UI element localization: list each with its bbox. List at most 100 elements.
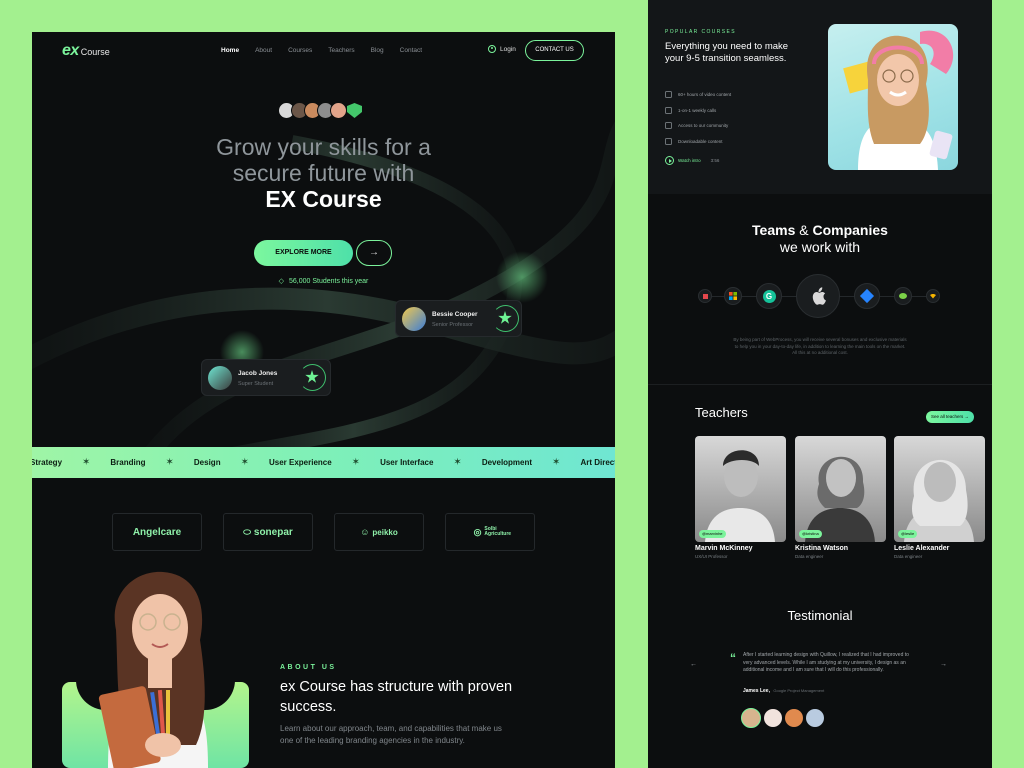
list-item: Downloadable content [665,134,731,150]
landing-page-left: ex Course Home About Courses Teachers Bl… [32,32,615,768]
card-role: Senior Professor [432,322,473,328]
partner-logo-peikko: ☺ peikko [334,513,424,551]
testimonial-text: After I started learning design with Qui… [743,652,909,673]
avatar[interactable] [785,709,803,727]
microsoft-icon [724,287,742,305]
see-all-teachers-button[interactable]: See all teachers → [926,411,974,423]
partner-name: sonepar [253,526,293,538]
star-badge-icon [299,364,326,391]
teams-title: Teams & Companies we work with [648,222,992,256]
teacher-name: Kristina Watson [795,545,849,552]
top-nav: ex Course Home About Courses Teachers Bl… [32,32,615,70]
feature-label: Access to our community [678,123,729,129]
ticker-item: User Interface [380,458,434,467]
wechat-icon [894,287,912,305]
author-name: James Lee, [743,688,770,694]
teacher-role: UX/UI Professor [695,554,728,559]
card-name: Jacob Jones [238,370,278,377]
company-logo-red-icon [698,289,712,303]
community-icon [665,122,672,130]
popular-courses-section: POPULAR COURSES Everything you need to m… [648,0,992,194]
nav-link-teachers[interactable]: Teachers [328,47,354,54]
student-card: Jacob Jones Super Student [201,359,331,396]
avatar [208,366,232,390]
contact-us-button[interactable]: CONTACT US [525,40,584,61]
photo-notch [893,170,958,194]
avatar [330,102,347,119]
popular-courses-title: Everything you need to make your 9-5 tra… [665,41,789,64]
section-divider [648,384,992,385]
nav-link-courses[interactable]: Courses [288,47,312,54]
asterisk-icon: ✶ [240,457,249,468]
ticker-item: Strategy [32,458,63,467]
ticker-item: Branding [110,458,146,467]
students-count: ◇ 56,000 Students this year [32,277,615,285]
teacher-role: Data engineer [894,554,923,559]
teacher-card[interactable]: @kristina Kristina Watson Data engineer [795,436,886,559]
download-icon [665,137,672,145]
fingerprint-icon: ◎ [473,526,482,537]
avatar [402,307,426,331]
list-item: 60+ hours of video content [665,87,731,103]
avatar[interactable] [806,709,824,727]
students-label: 56,000 Students this year [289,278,369,285]
feature-label: Downloadable content [678,138,723,144]
video-duration: 3:56 [710,158,720,163]
teacher-card[interactable]: @marvinhe Marvin McKinney UX/UI Professo… [695,436,786,559]
logo-mark: ex [62,42,79,59]
about-text: Learn about our approach, team, and capa… [280,724,502,745]
card-role: Super Student [238,381,274,387]
ticker-item: Development [481,458,533,467]
teacher-photo: @marvinhe [695,436,786,542]
partner-logo-sonepar: ⬭ sonepar [223,513,313,551]
logo[interactable]: ex Course [62,42,110,60]
student-headphones-image [843,30,954,170]
verified-shield-icon [347,103,362,118]
teams-title-amp: & [795,222,813,238]
avatar[interactable] [741,708,761,728]
course-student-photo [828,24,958,170]
sketch-icon [926,289,940,303]
user-icon [488,45,496,53]
watch-intro-link[interactable]: Watch intro 3:56 [665,156,719,165]
skills-ticker: Strategy ✶ Branding ✶ Design ✶ User Expe… [32,447,615,478]
asterisk-icon: ✶ [453,457,462,468]
nav-link-contact[interactable]: Contact [400,47,422,54]
nav-link-blog[interactable]: Blog [371,47,384,54]
testimonial-author: James Lee, Google Project Management [743,688,824,694]
ticker-item: Design [193,458,221,467]
teacher-photo: @leslie [894,436,985,542]
arrow-right-button[interactable]: → [356,240,392,266]
teacher-name: Marvin McKinney [695,545,753,552]
asterisk-icon: ✶ [82,457,91,468]
explore-more-button[interactable]: EXPLORE MORE [254,240,353,266]
testimonial-next-button[interactable]: → [940,661,947,668]
nav-links: Home About Courses Teachers Blog Contact [221,47,438,54]
hero-title: Grow your skills for a secure future wit… [32,134,615,212]
peikko-icon: ☺ [360,527,370,537]
hero-title-strong: EX Course [265,186,382,212]
popular-courses-label: POPULAR COURSES [665,29,737,35]
teacher-name: Leslie Alexander [894,545,950,552]
landing-page-right: POPULAR COURSES Everything you need to m… [648,0,992,768]
course-features-list: 60+ hours of video content 1-on-1 weekly… [665,87,731,149]
nav-link-about[interactable]: About [255,47,272,54]
asterisk-icon: ✶ [351,457,361,468]
ticker-item: Art Direction [580,458,615,467]
avatar[interactable] [764,709,782,727]
teacher-card[interactable]: @leslie Leslie Alexander Data engineer [894,436,985,559]
teacher-role: Data engineer [795,554,824,559]
card-name: Bessie Cooper [432,311,478,318]
quote-icon: “ [730,651,736,665]
video-icon [665,91,672,99]
feature-label: 1-on-1 weekly calls [678,107,717,113]
partner-logo-solbi: ◎ Solbi Agriculture [445,513,535,551]
teams-description: By being part of WebProcess, you will re… [733,337,907,355]
jira-icon [854,283,880,309]
teams-title-b: Companies [812,222,888,238]
testimonial-prev-button[interactable]: ← [690,661,697,668]
company-logos: G [698,274,942,318]
login-link[interactable]: Login [488,45,516,53]
nav-link-home[interactable]: Home [221,47,239,54]
teacher-photo: @kristina [795,436,886,542]
